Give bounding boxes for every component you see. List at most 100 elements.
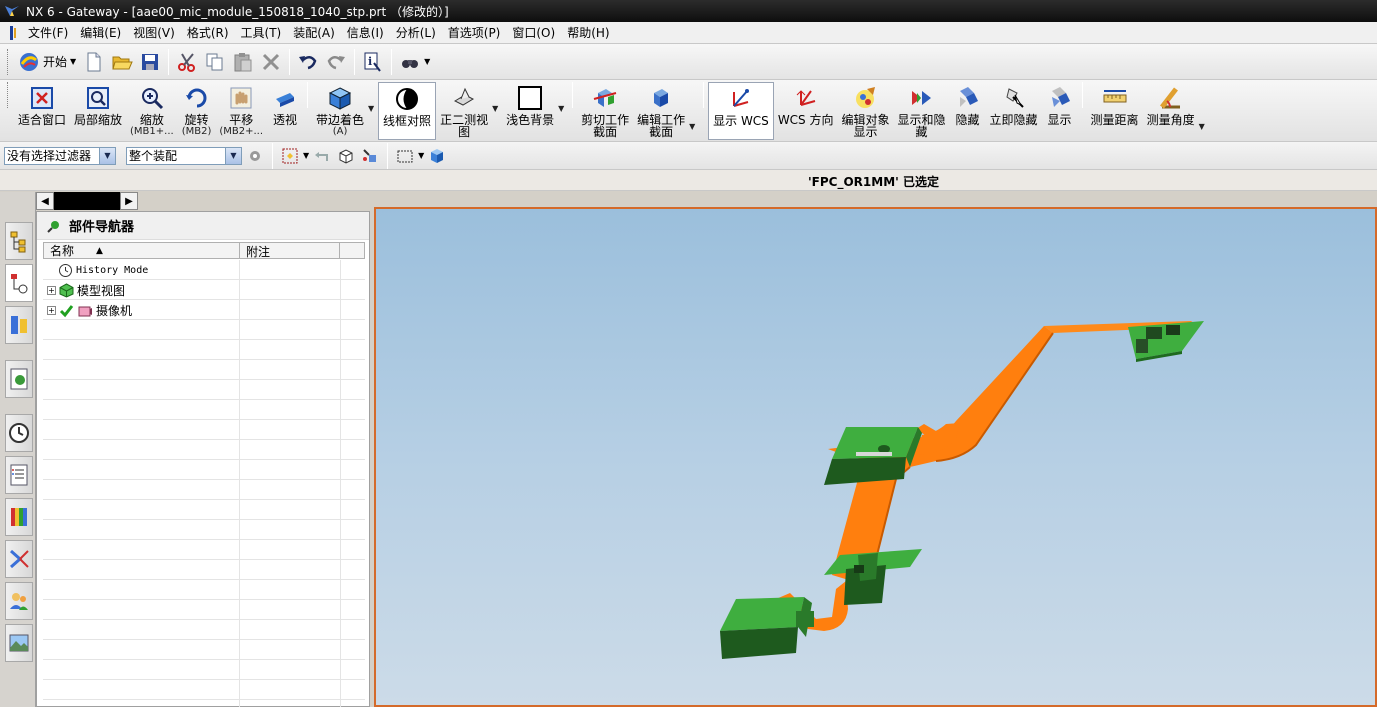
paste-button[interactable] [229,48,257,76]
view-toolbar: 适合窗口 局部缩放 缩放 (MB1+... 旋转 (MB2) 平移 (MB2+.… [0,80,1377,142]
shaded-with-edges-button[interactable]: 带边着色 (A) [312,82,368,140]
immediate-hide-button[interactable]: 立即隐藏 [986,82,1042,140]
menu-help[interactable]: 帮助(H) [561,23,615,43]
pin-icon[interactable] [47,219,61,233]
redo-button[interactable] [322,48,350,76]
palette-tab[interactable] [5,498,33,536]
roles-tab[interactable] [5,582,33,620]
chevron-down-icon[interactable]: ▼ [689,122,699,131]
process-studio-tab[interactable] [5,540,33,578]
system-scenes-tab[interactable] [5,624,33,662]
reuse-library-tab[interactable] [5,456,33,494]
toolbar-grip[interactable] [7,48,11,75]
graphics-window[interactable] [374,207,1377,707]
chevron-down-icon[interactable]: ▼ [492,104,502,113]
selection-scope-select[interactable]: 整个装配 ▼ [126,146,242,165]
menu-format[interactable]: 格式(R) [181,23,235,43]
zoom-window-button[interactable]: 局部缩放 [70,82,126,140]
resource-bar [0,192,36,707]
camera-icon [78,306,92,316]
top-connector-board[interactable] [1128,321,1204,362]
part-navigator-tab[interactable] [5,264,33,302]
menu-file[interactable]: 文件(F) [22,23,74,43]
rotate-button[interactable]: 旋转 (MB2) [178,82,216,140]
edit-section-button[interactable]: 编辑工作 截面 [633,82,689,140]
name-column-header[interactable]: 名称 ▲ [44,243,240,258]
expand-icon[interactable]: + [47,285,56,295]
rectangle-select-button[interactable] [394,145,416,167]
hide-button[interactable]: 隐藏 [950,82,986,140]
start-button[interactable]: 开始 ▼ [14,48,80,76]
wcs-orient-button[interactable]: WCS 方向 [774,82,838,140]
menu-edit[interactable]: 编辑(E) [74,23,127,43]
menu-preferences[interactable]: 首选项(P) [442,23,507,43]
menu-analysis[interactable]: 分析(L) [390,23,442,43]
constraint-navigator-tab[interactable] [5,306,33,344]
snap-point-button[interactable] [279,145,301,167]
copy-button[interactable] [201,48,229,76]
perspective-button[interactable]: 透视 [267,82,303,140]
information-button[interactable]: i [359,48,387,76]
chevron-down-icon[interactable]: ▼ [418,151,424,160]
pan-button[interactable]: 平移 (MB2+... [215,82,267,140]
new-button[interactable] [80,48,108,76]
paste-icon [234,52,252,71]
menu-tools[interactable]: 工具(T) [235,23,288,43]
menu-information[interactable]: 信息(I) [341,23,390,43]
connector-block-upper[interactable] [824,427,922,485]
save-button[interactable] [136,48,164,76]
chevron-down-icon[interactable]: ▼ [225,147,241,164]
expand-icon[interactable]: + [47,305,56,315]
model-viewport[interactable] [376,209,1377,707]
general-selection-button[interactable] [244,145,266,167]
trimetric-view-icon [454,87,475,106]
select-body-button[interactable] [335,145,357,167]
notes-column-header[interactable]: 附注 [240,243,340,259]
measure-angle-button[interactable]: 测量角度 [1143,82,1199,140]
wcs-axes-icon [732,89,749,107]
menu-window[interactable]: 窗口(O) [506,23,561,43]
command-finder-button[interactable] [396,48,424,76]
chevron-down-icon[interactable]: ▼ [99,147,115,164]
body-filter-button[interactable] [426,145,448,167]
scroll-left-button[interactable]: ◀ [36,192,54,210]
navigator-tree: History Mode + 模型视图 + 摄像机 [43,260,365,707]
chevron-down-icon[interactable]: ▼ [1199,122,1209,131]
select-feature-button[interactable] [359,145,381,167]
measure-distance-button[interactable]: 测量距离 [1087,82,1143,140]
undo-selection-button[interactable] [311,145,333,167]
show-and-hide-button[interactable]: 显示和隐 藏 [894,82,950,140]
show-button[interactable]: 显示 [1042,82,1078,140]
delete-button[interactable] [257,48,285,76]
tree-node-history-mode[interactable]: History Mode [57,260,148,280]
tree-node-cameras[interactable]: + 摄像机 [47,300,132,320]
scroll-thumb[interactable] [54,192,120,210]
cut-button[interactable] [173,48,201,76]
edit-object-display-button[interactable]: 编辑对象 显示 [838,82,894,140]
menu-view[interactable]: 视图(V) [127,23,181,43]
zoom-button[interactable]: 缩放 (MB1+... [126,82,178,140]
perspective-icon [276,93,295,107]
tree-node-model-views[interactable]: + 模型视图 [47,280,125,300]
wireframe-button[interactable]: 线框对照 [378,82,437,140]
chevron-down-icon[interactable]: ▼ [368,104,378,113]
type-filter-select[interactable]: 没有选择过滤器 ▼ [4,146,116,165]
scroll-right-button[interactable]: ▶ [120,192,138,210]
history-tab[interactable] [5,360,33,398]
assembly-navigator-tab[interactable] [5,222,33,260]
open-button[interactable] [108,48,136,76]
app-menu-icon[interactable] [6,25,20,41]
clip-section-button[interactable]: 剪切工作 截面 [577,82,633,140]
connector-block-lower[interactable] [720,597,814,659]
chevron-down-icon[interactable]: ▼ [558,104,568,113]
clock-tab[interactable] [5,414,33,452]
toolbar-grip[interactable] [7,82,11,108]
display-wcs-button[interactable]: 显示 WCS [708,82,774,140]
undo-button[interactable] [294,48,322,76]
chevron-down-icon[interactable]: ▼ [303,151,309,160]
light-background-button[interactable]: 浅色背景 [502,82,558,140]
chevron-down-icon[interactable]: ▼ [424,57,430,66]
menu-assembly[interactable]: 装配(A) [287,23,341,43]
trimetric-button[interactable]: 正二测视 图 [436,82,492,140]
fit-button[interactable]: 适合窗口 [14,82,70,140]
